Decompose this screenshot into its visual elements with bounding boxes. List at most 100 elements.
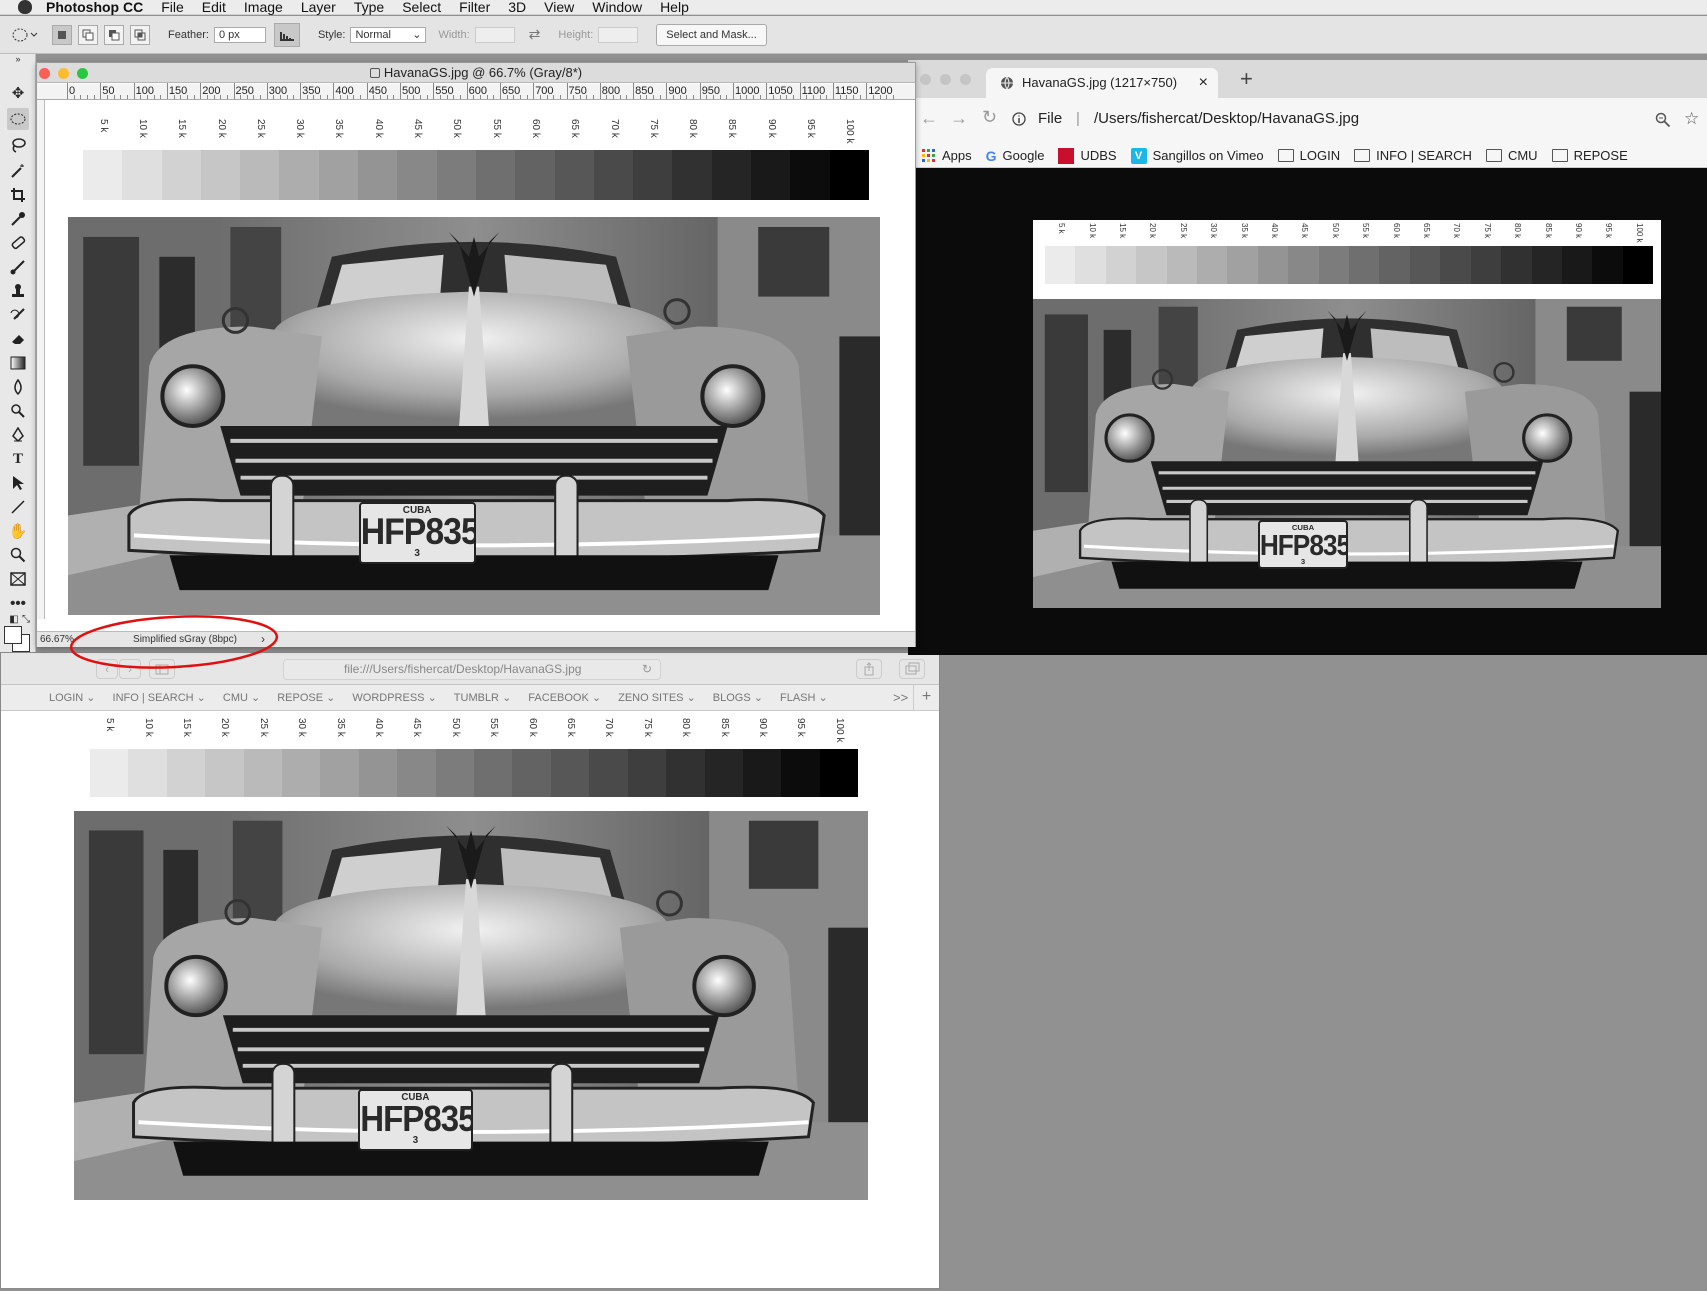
swap-colors-icon[interactable]: ⤡ [19, 612, 33, 626]
forward-arrow-icon[interactable]: → [950, 108, 968, 129]
intersect-selection-button[interactable] [130, 24, 150, 45]
menu-edit[interactable]: Edit [202, 0, 226, 14]
menu-select[interactable]: Select [402, 0, 441, 14]
gray-patch [672, 150, 712, 200]
new-selection-button[interactable] [52, 24, 72, 45]
eyedropper-tool-icon[interactable] [7, 208, 29, 230]
reload-icon[interactable]: ↻ [642, 660, 652, 679]
reload-icon[interactable]: ↻ [982, 107, 997, 128]
window-zoom-icon[interactable] [960, 74, 971, 85]
bookmark-vimeo[interactable]: V Sangillos on Vimeo [1130, 147, 1264, 164]
fav-login[interactable]: LOGIN ⌄ [49, 691, 96, 704]
new-tab-icon[interactable]: + [1240, 66, 1253, 92]
chrome-omnibox[interactable]: File | /Users/fishercat/Desktop/HavanaGS… [1012, 105, 1602, 133]
ruler-label: 200 [202, 85, 221, 97]
gray-patch [436, 150, 476, 200]
fav-info-search[interactable]: INFO | SEARCH ⌄ [113, 691, 206, 704]
bookmark-repose[interactable]: REPOSE [1551, 148, 1628, 163]
bookmark-cmu[interactable]: CMU [1485, 148, 1538, 163]
subtract-selection-button[interactable] [104, 24, 124, 45]
fav-cmu[interactable]: CMU ⌄ [223, 691, 260, 704]
window-close-icon[interactable] [39, 68, 50, 79]
ruler-tick [859, 95, 861, 99]
bookmark-apps[interactable]: Apps [922, 148, 972, 163]
type-tool-icon[interactable]: T [7, 448, 29, 470]
favorites-overflow-button[interactable]: >> [893, 690, 908, 705]
healing-brush-tool-icon[interactable] [7, 232, 29, 254]
menu-file[interactable]: File [161, 0, 184, 14]
frame-tool-icon[interactable] [7, 568, 29, 590]
fav-tumblr[interactable]: TUMBLR ⌄ [454, 691, 512, 704]
gradient-tool-icon[interactable] [7, 352, 29, 374]
brush-tool-icon[interactable] [7, 256, 29, 278]
clone-stamp-tool-icon[interactable] [7, 280, 29, 302]
window-minimize-icon[interactable] [940, 74, 951, 85]
fav-repose[interactable]: REPOSE ⌄ [277, 691, 335, 704]
back-arrow-icon[interactable]: ← [920, 108, 938, 129]
fav-flash[interactable]: FLASH ⌄ [780, 691, 828, 704]
ruler-label: 150 [168, 85, 188, 97]
window-minimize-icon[interactable] [58, 68, 69, 79]
fav-zeno-sites[interactable]: ZENO SITES ⌄ [618, 691, 696, 704]
zoom-tool-icon[interactable] [7, 544, 29, 566]
gray-level-label: 30 k [296, 718, 308, 737]
bookmark-login[interactable]: LOGIN [1277, 148, 1340, 163]
anti-alias-toggle[interactable] [273, 22, 300, 47]
window-zoom-icon[interactable] [77, 68, 88, 79]
gray-level-label: 60 k [529, 119, 541, 138]
tabs-overview-button[interactable] [899, 659, 925, 679]
blur-tool-icon[interactable] [7, 376, 29, 398]
history-brush-tool-icon[interactable] [7, 304, 29, 326]
lasso-tool-icon[interactable] [7, 134, 29, 156]
apple-icon[interactable] [18, 0, 32, 14]
new-tab-button[interactable]: + [913, 685, 939, 711]
bookmark-star-icon[interactable]: ☆ [1684, 109, 1699, 129]
bookmark-info-search[interactable]: INFO | SEARCH [1354, 148, 1472, 163]
document-icon [369, 68, 380, 78]
tab-close-icon[interactable]: × [1199, 68, 1208, 98]
crop-tool-icon[interactable] [7, 184, 29, 206]
menu-type[interactable]: Type [354, 0, 384, 14]
fav-facebook[interactable]: FACEBOOK ⌄ [528, 691, 601, 704]
style-select[interactable]: Normal ⌄ [350, 26, 427, 43]
feather-input[interactable]: 0 px [213, 26, 266, 43]
more-tools-icon[interactable]: ••• [7, 592, 29, 614]
chrome-tab[interactable]: HavanaGS.jpg (1217×750) × [986, 68, 1218, 98]
path-selection-tool-icon[interactable] [7, 472, 29, 494]
safari-address-bar[interactable]: file:///Users/fishercat/Desktop/HavanaGS… [283, 659, 661, 680]
menu-app-name[interactable]: Photoshop CC [46, 0, 143, 14]
foreground-color-swatch[interactable] [4, 626, 22, 644]
move-tool-icon[interactable]: ✥ [7, 82, 29, 104]
menu-help[interactable]: Help [660, 0, 689, 14]
zoom-icon[interactable] [1655, 112, 1671, 128]
gray-patch [1136, 246, 1167, 284]
add-selection-button[interactable] [78, 24, 98, 45]
fav-blogs[interactable]: BLOGS ⌄ [713, 691, 763, 704]
menu-view[interactable]: View [544, 0, 574, 14]
menu-window[interactable]: Window [592, 0, 642, 14]
pen-tool-icon[interactable] [7, 424, 29, 446]
menu-3d[interactable]: 3D [508, 0, 526, 14]
select-and-mask-button[interactable]: Select and Mask... [656, 23, 767, 46]
line-tool-icon[interactable] [7, 496, 29, 518]
menu-filter[interactable]: Filter [459, 0, 490, 14]
marquee-preset-picker[interactable] [0, 28, 52, 42]
collapse-panel-icon[interactable]: » [7, 54, 29, 64]
menu-image[interactable]: Image [244, 0, 283, 14]
hand-tool-icon[interactable]: ✋ [7, 520, 29, 542]
gray-level-label: 15 k [181, 718, 192, 737]
bookmark-google[interactable]: G Google [986, 148, 1045, 164]
magic-wand-tool-icon[interactable] [7, 160, 29, 182]
gray-level-label: 10 k [142, 718, 154, 737]
window-close-icon[interactable] [920, 74, 931, 85]
ruler-tick [433, 83, 435, 99]
menu-layer[interactable]: Layer [301, 0, 336, 14]
elliptical-marquee-tool-icon[interactable] [7, 108, 29, 130]
bookmark-udbs[interactable]: UDBS [1058, 147, 1117, 164]
gray-level-label: 50 k [451, 119, 463, 138]
fav-wordpress[interactable]: WORDPRESS ⌄ [352, 691, 436, 704]
dodge-tool-icon[interactable] [7, 400, 29, 422]
scheme-label: File [1038, 110, 1063, 127]
eraser-tool-icon[interactable] [7, 328, 29, 350]
share-button[interactable] [856, 659, 882, 679]
